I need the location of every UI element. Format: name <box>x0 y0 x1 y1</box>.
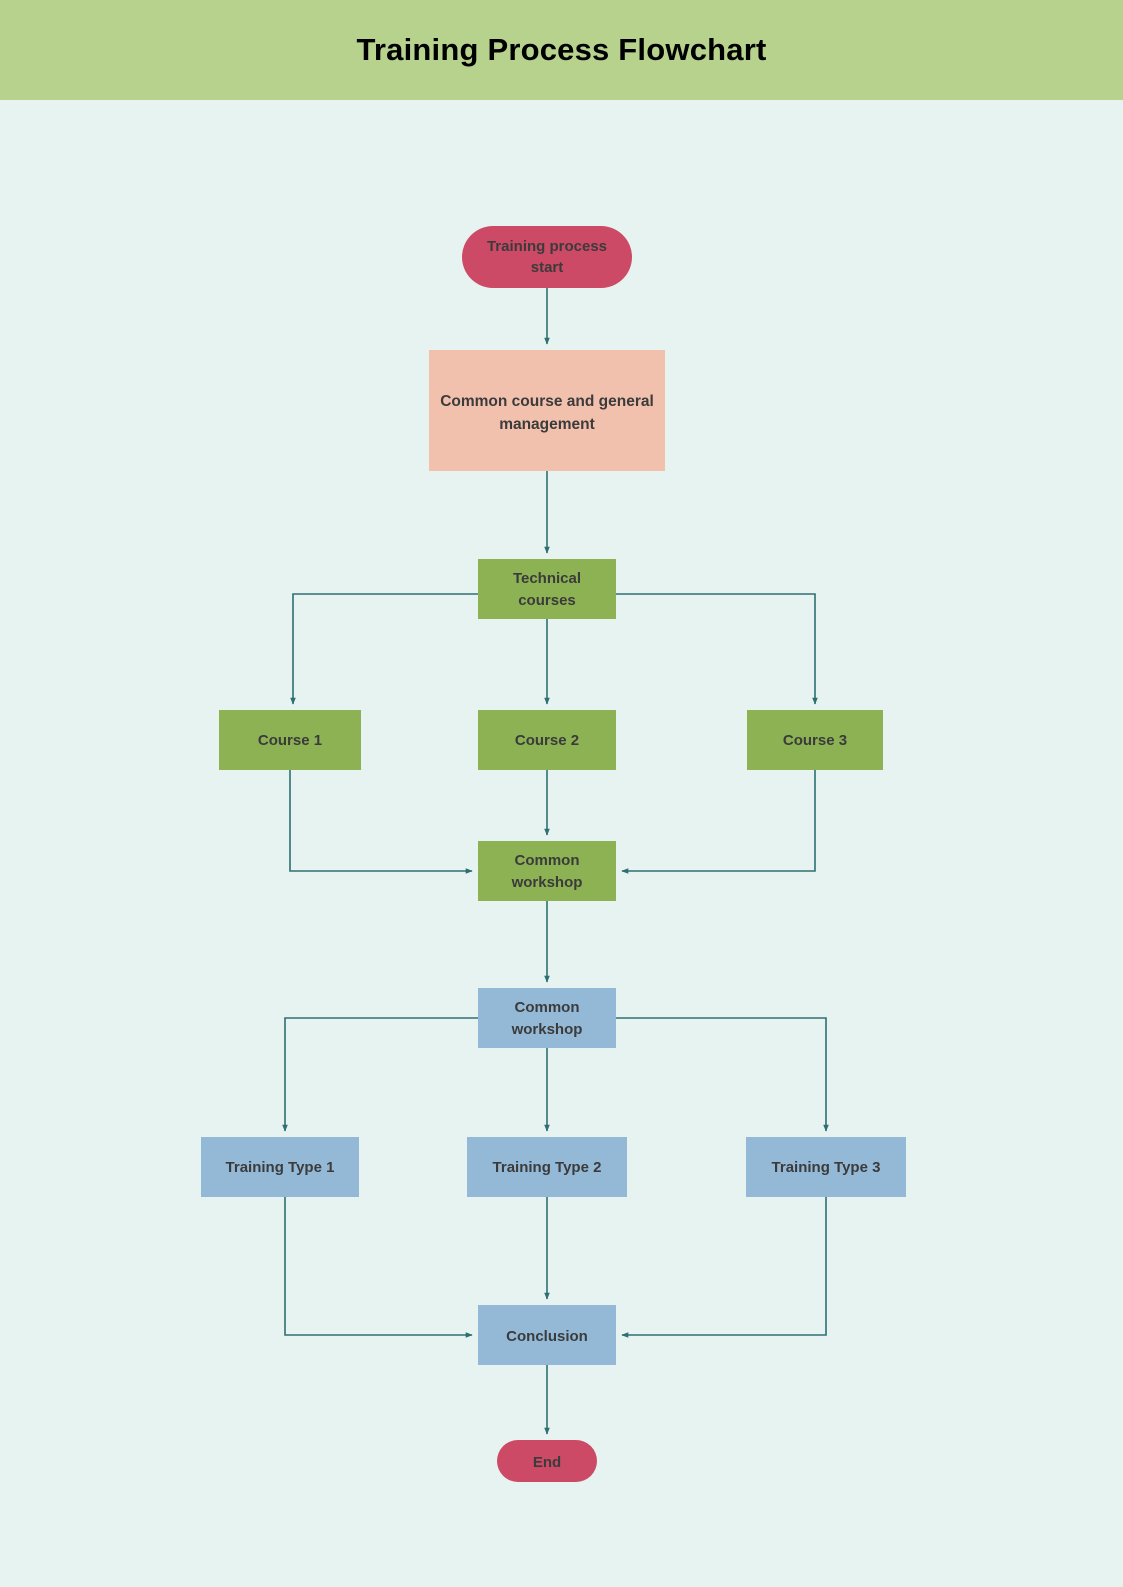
page-title-banner: Training Process Flowchart <box>0 0 1123 100</box>
node-technical-courses[interactable]: Technical courses <box>478 559 616 619</box>
node-end[interactable]: End <box>497 1440 597 1482</box>
node-common-course-label-line2: management <box>499 416 595 433</box>
page-title: Training Process Flowchart <box>356 32 767 67</box>
node-training-type-2[interactable]: Training Type 2 <box>467 1137 627 1197</box>
node-common-workshop-green[interactable]: Common workshop <box>478 841 616 901</box>
node-training-type-1-label: Training Type 1 <box>226 1159 335 1176</box>
edge-common-workshop-blue-to-training-type-1 <box>282 1017 478 1132</box>
node-conclusion[interactable]: Conclusion <box>478 1305 616 1365</box>
node-common-workshop-blue[interactable]: Common workshop <box>478 988 616 1048</box>
node-common-workshop-blue-label-line2: workshop <box>511 1021 583 1038</box>
node-common-course[interactable]: Common course and general management <box>429 350 665 471</box>
edge-course-3-to-common-workshop-green <box>621 770 816 874</box>
node-course-2-label: Course 2 <box>515 732 579 749</box>
node-training-type-2-label: Training Type 2 <box>493 1159 602 1176</box>
node-training-type-3-label: Training Type 3 <box>772 1159 881 1176</box>
node-technical-courses-label-line2: courses <box>518 592 576 609</box>
flowchart-svg: Training process start Common course and… <box>201 226 906 1482</box>
flowchart-page: Training Process Flowchart Training proc… <box>0 0 1123 1587</box>
node-training-type-1[interactable]: Training Type 1 <box>201 1137 359 1197</box>
node-start-shape[interactable] <box>462 226 632 288</box>
node-start[interactable]: Training process start <box>462 226 632 288</box>
flowchart-canvas: Training process start Common course and… <box>0 100 1123 1587</box>
node-common-course-shape[interactable] <box>429 350 665 471</box>
node-course-1-label: Course 1 <box>258 732 322 749</box>
node-conclusion-label: Conclusion <box>506 1328 588 1345</box>
edge-common-workshop-blue-to-training-type-3 <box>616 1017 829 1132</box>
node-course-1[interactable]: Course 1 <box>219 710 361 770</box>
node-technical-courses-label-line1: Technical <box>513 570 581 587</box>
node-training-type-3[interactable]: Training Type 3 <box>746 1137 906 1197</box>
node-start-label-line2: start <box>531 259 564 276</box>
node-course-3[interactable]: Course 3 <box>747 710 883 770</box>
edge-technical-to-course-3 <box>616 593 818 705</box>
edge-training-type-3-to-conclusion <box>621 1197 827 1338</box>
node-common-course-label-line1: Common course and general <box>440 393 654 410</box>
edge-course-1-to-common-workshop-green <box>289 770 473 874</box>
node-course-2[interactable]: Course 2 <box>478 710 616 770</box>
node-common-workshop-green-label-line1: Common <box>515 852 580 869</box>
node-start-label-line1: Training process <box>487 238 607 255</box>
edge-technical-to-course-1 <box>290 593 478 705</box>
node-common-workshop-blue-label-line1: Common <box>515 999 580 1016</box>
node-common-workshop-green-label-line2: workshop <box>511 874 583 891</box>
node-course-3-label: Course 3 <box>783 732 847 749</box>
node-common-workshop-blue-shape[interactable] <box>478 988 616 1048</box>
edge-training-type-1-to-conclusion <box>284 1197 473 1338</box>
node-common-workshop-green-shape[interactable] <box>478 841 616 901</box>
node-technical-courses-shape[interactable] <box>478 559 616 619</box>
node-end-label: End <box>533 1454 561 1471</box>
